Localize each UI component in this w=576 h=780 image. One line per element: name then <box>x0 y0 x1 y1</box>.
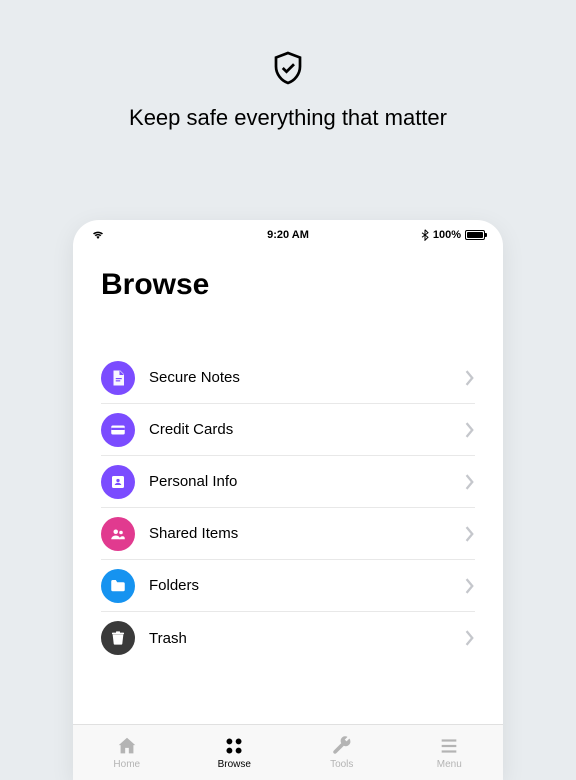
row-secure-notes[interactable]: Secure Notes <box>101 352 475 404</box>
tab-tools[interactable]: Tools <box>288 725 396 780</box>
tab-browse[interactable]: Browse <box>181 725 289 780</box>
row-credit-cards[interactable]: Credit Cards <box>101 404 475 456</box>
device-frame: 9:20 AM 100% Browse Secure Notes Credit … <box>73 220 503 780</box>
wifi-icon <box>91 229 105 239</box>
chevron-right-icon <box>465 578 475 594</box>
battery-percent: 100% <box>433 229 461 241</box>
menu-icon <box>438 735 460 757</box>
chevron-right-icon <box>465 630 475 646</box>
trash-icon <box>101 621 135 655</box>
row-label: Credit Cards <box>149 421 465 438</box>
row-label: Trash <box>149 630 465 647</box>
folder-icon <box>101 569 135 603</box>
tab-label: Browse <box>218 759 251 770</box>
chevron-right-icon <box>465 474 475 490</box>
row-label: Secure Notes <box>149 369 465 386</box>
status-bar: 9:20 AM 100% <box>73 220 503 244</box>
row-trash[interactable]: Trash <box>101 612 475 664</box>
tab-menu[interactable]: Menu <box>396 725 504 780</box>
note-icon <box>101 361 135 395</box>
people-icon <box>101 517 135 551</box>
tab-label: Menu <box>437 759 462 770</box>
screen-title: Browse <box>73 244 503 312</box>
chevron-right-icon <box>465 526 475 542</box>
row-shared-items[interactable]: Shared Items <box>101 508 475 560</box>
tab-label: Home <box>113 759 140 770</box>
tab-home[interactable]: Home <box>73 725 181 780</box>
row-label: Shared Items <box>149 525 465 542</box>
person-icon <box>101 465 135 499</box>
tab-bar: Home Browse Tools Menu <box>73 724 503 780</box>
grid-icon <box>223 735 245 757</box>
row-personal-info[interactable]: Personal Info <box>101 456 475 508</box>
bluetooth-icon <box>421 229 429 241</box>
hero-text: Keep safe everything that matter <box>129 104 447 132</box>
row-label: Personal Info <box>149 473 465 490</box>
card-icon <box>101 413 135 447</box>
shield-check-icon <box>270 50 306 86</box>
wrench-icon <box>331 735 353 757</box>
chevron-right-icon <box>465 370 475 386</box>
chevron-right-icon <box>465 422 475 438</box>
row-label: Folders <box>149 577 465 594</box>
battery-icon <box>465 230 485 240</box>
row-folders[interactable]: Folders <box>101 560 475 612</box>
category-list: Secure Notes Credit Cards Personal Info … <box>73 352 503 664</box>
home-icon <box>116 735 138 757</box>
tab-label: Tools <box>330 759 353 770</box>
